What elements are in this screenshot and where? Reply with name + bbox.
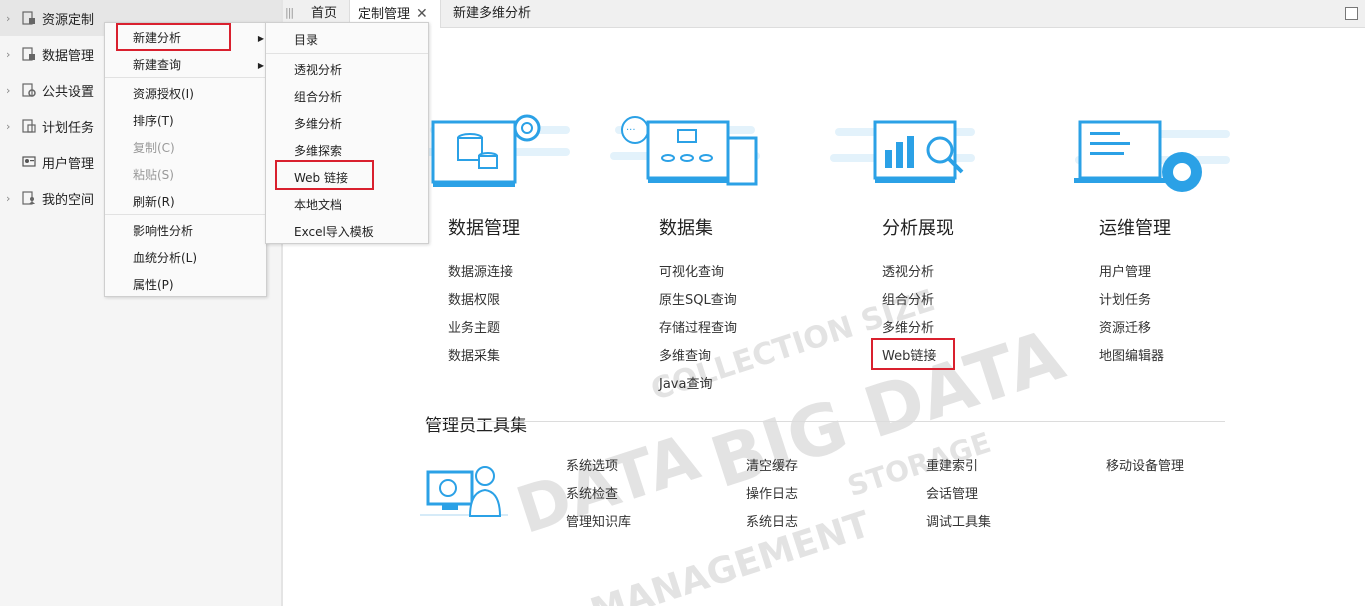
admin-tools-title: 管理员工具集 [425,416,527,436]
chevron-right-icon[interactable]: › [6,12,14,25]
chevron-right-icon[interactable]: › [6,192,14,205]
menu-item-properties[interactable]: 属性(P) [133,272,174,299]
menu-item-label: 新建分析 [133,31,182,45]
submenu-item-combined-analysis[interactable]: 组合分析 [294,84,342,111]
tab-label: 新建多维分析 [453,6,532,21]
section-divider [425,421,1225,422]
menu-item-refresh[interactable]: 刷新(R) [133,189,175,216]
link-debug-tools[interactable]: 调试工具集 [926,511,991,530]
user-group-icon [22,155,36,169]
menu-separator [266,53,428,54]
caret-right-icon: ▶ [257,34,264,43]
submenu: 目录 透视分析 组合分析 多维分析 多维探索 Web 链接 本地文档 Excel… [265,22,429,244]
link-stored-procedure-query[interactable]: 存储过程查询 [659,317,737,336]
link-user-management[interactable]: 用户管理 [1099,261,1151,280]
link-java-query[interactable]: Java查询 [659,373,712,392]
link-data-collection[interactable]: 数据采集 [448,345,500,364]
menu-item-new-analysis[interactable]: 新建分析 ▶ [133,25,266,52]
tab-new-multidim-analysis[interactable]: 新建多维分析 [447,0,537,28]
link-system-check[interactable]: 系统检查 [566,483,618,502]
caret-right-icon: ▶ [257,61,264,70]
tab-label: 首页 [311,6,338,21]
link-visual-query[interactable]: 可视化查询 [659,261,724,280]
link-rebuild-index[interactable]: 重建索引 [926,455,978,474]
sidebar-item-label: 数据管理 [42,48,95,64]
analysis-illustration [830,120,975,183]
sidebar-item-label: 我的空间 [42,192,95,208]
sidebar-item-label: 公共设置 [42,84,95,100]
folder-list-icon [22,47,36,61]
svg-text:···: ··· [626,125,636,136]
link-native-sql-query[interactable]: 原生SQL查询 [659,289,737,308]
submenu-item-pivot-analysis[interactable]: 透视分析 [294,57,342,84]
data-management-illustration [425,114,570,187]
menu-item-copy[interactable]: 复制(C) [133,135,175,162]
link-knowledge-base[interactable]: 管理知识库 [566,511,631,530]
card-title-operations: 运维管理 [1099,218,1171,239]
chevron-right-icon[interactable]: › [6,84,14,97]
chevron-right-icon[interactable]: › [6,120,14,133]
link-operation-log[interactable]: 操作日志 [746,483,798,502]
operations-illustration [1074,120,1230,192]
submenu-item-multidim-analysis[interactable]: 多维分析 [294,111,342,138]
link-system-options[interactable]: 系统选项 [566,455,618,474]
link-business-topic[interactable]: 业务主题 [448,317,500,336]
link-map-editor[interactable]: 地图编辑器 [1099,345,1164,364]
sidebar-item-label: 资源定制 [42,12,95,28]
folder-list-icon [22,11,36,25]
link-multidim-analysis[interactable]: 多维分析 [882,317,934,336]
schedule-doc-icon [22,119,36,133]
menu-item-paste[interactable]: 粘贴(S) [133,162,174,189]
dataset-illustration: ··· [610,116,760,186]
link-datasource-connection[interactable]: 数据源连接 [448,261,513,280]
submenu-item-web-link[interactable]: Web 链接 [294,165,348,192]
tab-label: 定制管理 [358,7,411,22]
drag-handle-icon[interactable]: ||| [285,6,294,19]
link-system-log[interactable]: 系统日志 [746,511,798,530]
submenu-item-multidim-explore[interactable]: 多维探索 [294,138,342,165]
main-content: DATA BIG DATA MANAGEMENT COLLECTION SIZE… [285,28,1365,606]
card-title-analysis: 分析展现 [882,218,954,239]
link-mobile-device-management[interactable]: 移动设备管理 [1106,455,1184,474]
admin-tools-illustration [420,466,508,517]
link-data-permission[interactable]: 数据权限 [448,289,500,308]
menu-item-lineage-analysis[interactable]: 血统分析(L) [133,245,197,272]
menu-item-label: 新建查询 [133,58,182,72]
submenu-item-excel-import-template[interactable]: Excel导入模板 [294,219,374,246]
menu-item-impact-analysis[interactable]: 影响性分析 [133,218,193,245]
card-title-dataset: 数据集 [659,218,713,239]
menu-item-resource-auth[interactable]: 资源授权(I) [133,81,194,108]
link-multidim-query[interactable]: 多维查询 [659,345,711,364]
gear-doc-icon [22,83,36,97]
submenu-item-directory[interactable]: 目录 [294,27,318,54]
submenu-item-local-document[interactable]: 本地文档 [294,192,342,219]
tab-bar: ||| 首页 定制管理 ✕ 新建多维分析 [283,0,1365,28]
link-resource-migration[interactable]: 资源迁移 [1099,317,1151,336]
context-menu: 新建分析 ▶ 新建查询 ▶ 资源授权(I) 排序(T) 复制(C) 粘贴(S) … [104,22,267,297]
menu-item-new-query[interactable]: 新建查询 ▶ [133,52,266,79]
watermark-text: BIG DATA [701,313,1074,505]
sidebar-item-label: 用户管理 [42,156,95,172]
maximize-icon[interactable] [1345,7,1358,20]
link-web-link[interactable]: Web链接 [882,345,936,364]
chevron-right-icon[interactable]: › [6,48,14,61]
menu-separator [105,214,266,215]
link-scheduled-tasks[interactable]: 计划任务 [1099,289,1151,308]
menu-item-sort[interactable]: 排序(T) [133,108,174,135]
link-session-management[interactable]: 会话管理 [926,483,978,502]
user-doc-icon [22,191,36,205]
link-clear-cache[interactable]: 清空缓存 [746,455,798,474]
link-pivot-analysis[interactable]: 透视分析 [882,261,934,280]
menu-separator [105,77,266,78]
card-title-data-management: 数据管理 [448,218,520,239]
link-combined-analysis[interactable]: 组合分析 [882,289,934,308]
sidebar-item-label: 计划任务 [42,120,95,136]
